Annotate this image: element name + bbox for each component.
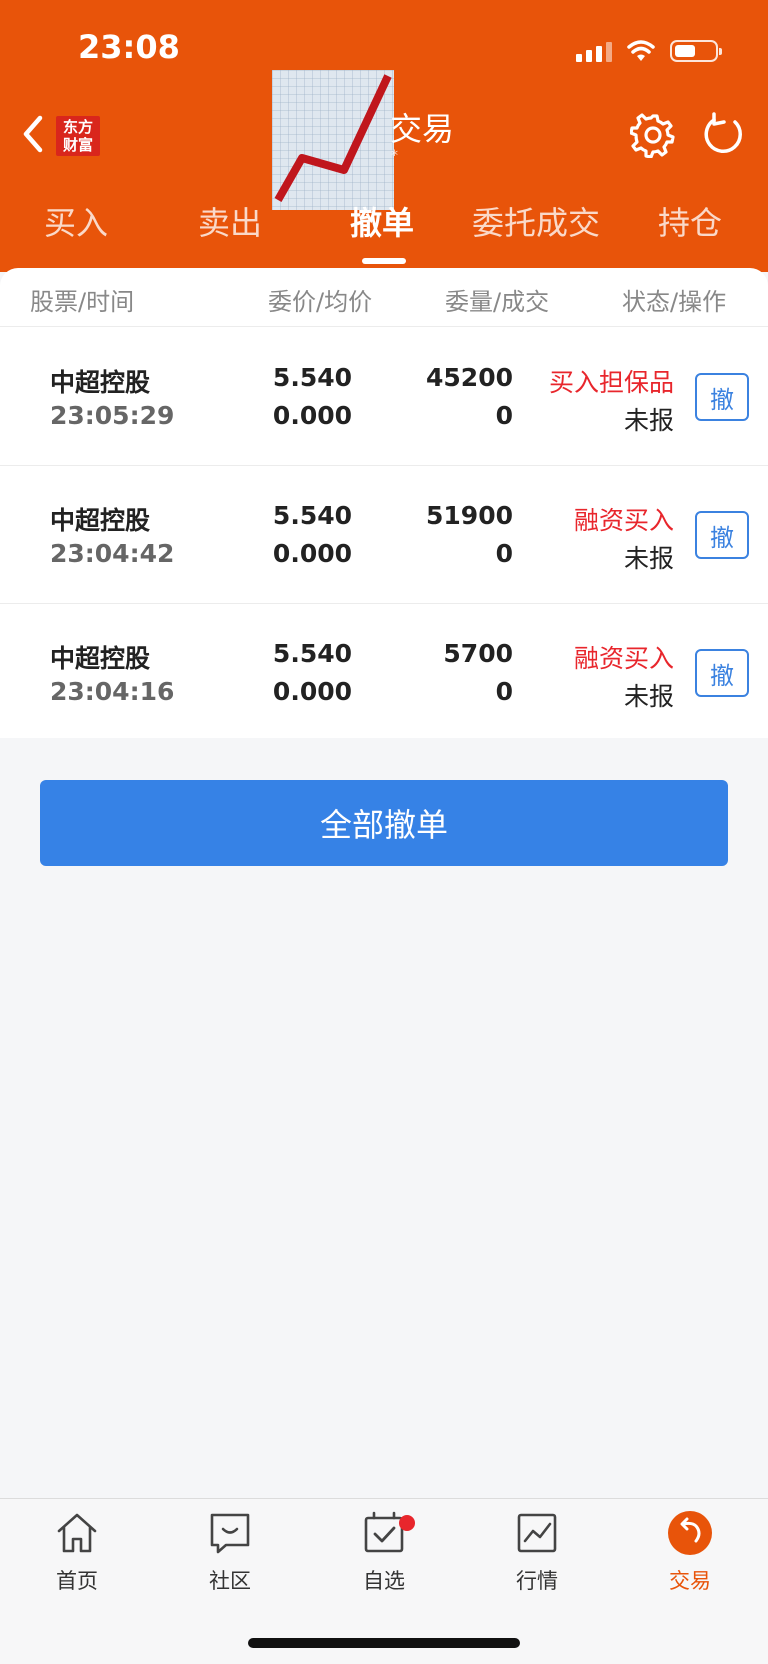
nav-trade[interactable]: 交易 xyxy=(635,1509,745,1595)
cancel-order-button[interactable]: 撤 xyxy=(695,649,749,697)
order-row[interactable]: 中超控股 23:04:16 5.540 0.000 5700 0 融资买入 未报… xyxy=(0,603,768,741)
order-quantity: 45200 xyxy=(426,363,513,392)
nav-label: 社区 xyxy=(209,1569,251,1593)
order-status: 未报 xyxy=(623,406,674,435)
nav-label: 首页 xyxy=(56,1569,98,1593)
battery-icon xyxy=(670,40,722,62)
trade-tabs: 买入 卖出 撤单 委托成交 持仓 xyxy=(0,198,768,258)
nav-home[interactable]: 首页 xyxy=(22,1509,132,1595)
stock-name: 中超控股 xyxy=(50,368,151,397)
order-status: 未报 xyxy=(623,682,674,711)
wifi-icon xyxy=(627,40,655,61)
account-subtitle: * xyxy=(391,148,398,164)
nav-market[interactable]: 行情 xyxy=(482,1509,592,1595)
column-header-status-action: 状态/操作 xyxy=(622,288,727,316)
cellular-signal-icon xyxy=(576,40,612,62)
trade-icon xyxy=(668,1511,712,1555)
order-time: 23:04:42 xyxy=(50,539,175,568)
filled-quantity: 0 xyxy=(495,677,513,706)
home-icon xyxy=(57,1513,97,1553)
order-quantity: 5700 xyxy=(443,639,513,668)
tab-positions[interactable]: 持仓 xyxy=(658,198,722,244)
average-price: 0.000 xyxy=(272,677,352,706)
nav-community[interactable]: 社区 xyxy=(175,1509,285,1595)
stock-name: 中超控股 xyxy=(50,506,151,535)
eastmoney-logo: 东方 财富 xyxy=(56,116,100,156)
average-price: 0.000 xyxy=(272,539,352,568)
stock-name: 中超控股 xyxy=(50,644,151,673)
app-header: 23:08 东方 财富 交易 * 买入 卖出 撤单 委托成交 持仓 xyxy=(0,0,768,272)
back-icon[interactable] xyxy=(18,112,48,156)
order-price: 5.540 xyxy=(272,363,352,392)
tab-sell[interactable]: 卖出 xyxy=(198,198,262,244)
order-type: 买入担保品 xyxy=(548,368,674,397)
order-time: 23:05:29 xyxy=(50,401,175,430)
cancel-all-button[interactable]: 全部撤单 xyxy=(40,780,728,866)
chart-thumbnail-icon xyxy=(272,70,394,210)
order-status: 未报 xyxy=(623,544,674,573)
active-tab-indicator xyxy=(362,258,406,264)
tab-cancel-order[interactable]: 撤单 xyxy=(350,198,414,244)
cancel-order-button[interactable]: 撤 xyxy=(695,373,749,421)
average-price: 0.000 xyxy=(272,401,352,430)
community-icon xyxy=(210,1513,250,1554)
nav-label: 行情 xyxy=(516,1569,558,1593)
filled-quantity: 0 xyxy=(495,539,513,568)
order-list: 股票/时间 委价/均价 委量/成交 状态/操作 中超控股 23:05:29 5.… xyxy=(0,268,768,738)
nav-label: 自选 xyxy=(363,1569,405,1593)
order-price: 5.540 xyxy=(272,501,352,530)
nav-label: 交易 xyxy=(669,1569,711,1593)
home-indicator xyxy=(248,1638,520,1648)
order-type: 融资买入 xyxy=(573,644,674,673)
market-icon xyxy=(517,1513,557,1553)
status-icons xyxy=(576,36,722,66)
column-header-quantity: 委量/成交 xyxy=(445,288,550,316)
cancel-order-button[interactable]: 撤 xyxy=(695,511,749,559)
order-type: 融资买入 xyxy=(573,506,674,535)
order-row[interactable]: 中超控股 23:05:29 5.540 0.000 45200 0 买入担保品 … xyxy=(0,327,768,465)
status-time: 23:08 xyxy=(78,28,180,66)
tab-buy[interactable]: 买入 xyxy=(44,198,108,244)
order-row[interactable]: 中超控股 23:04:42 5.540 0.000 51900 0 融资买入 未… xyxy=(0,465,768,603)
column-header-price: 委价/均价 xyxy=(268,288,373,316)
tab-orders-trades[interactable]: 委托成交 xyxy=(472,198,600,244)
refresh-icon[interactable] xyxy=(702,112,746,158)
page-title: 交易 xyxy=(390,110,455,148)
column-header-stock-time: 股票/时间 xyxy=(30,288,135,316)
order-time: 23:04:16 xyxy=(50,677,175,706)
filled-quantity: 0 xyxy=(495,401,513,430)
order-quantity: 51900 xyxy=(426,501,513,530)
notification-badge xyxy=(399,1515,415,1531)
nav-watchlist[interactable]: 自选 xyxy=(329,1509,439,1595)
order-price: 5.540 xyxy=(272,639,352,668)
settings-gear-icon[interactable] xyxy=(630,112,676,158)
